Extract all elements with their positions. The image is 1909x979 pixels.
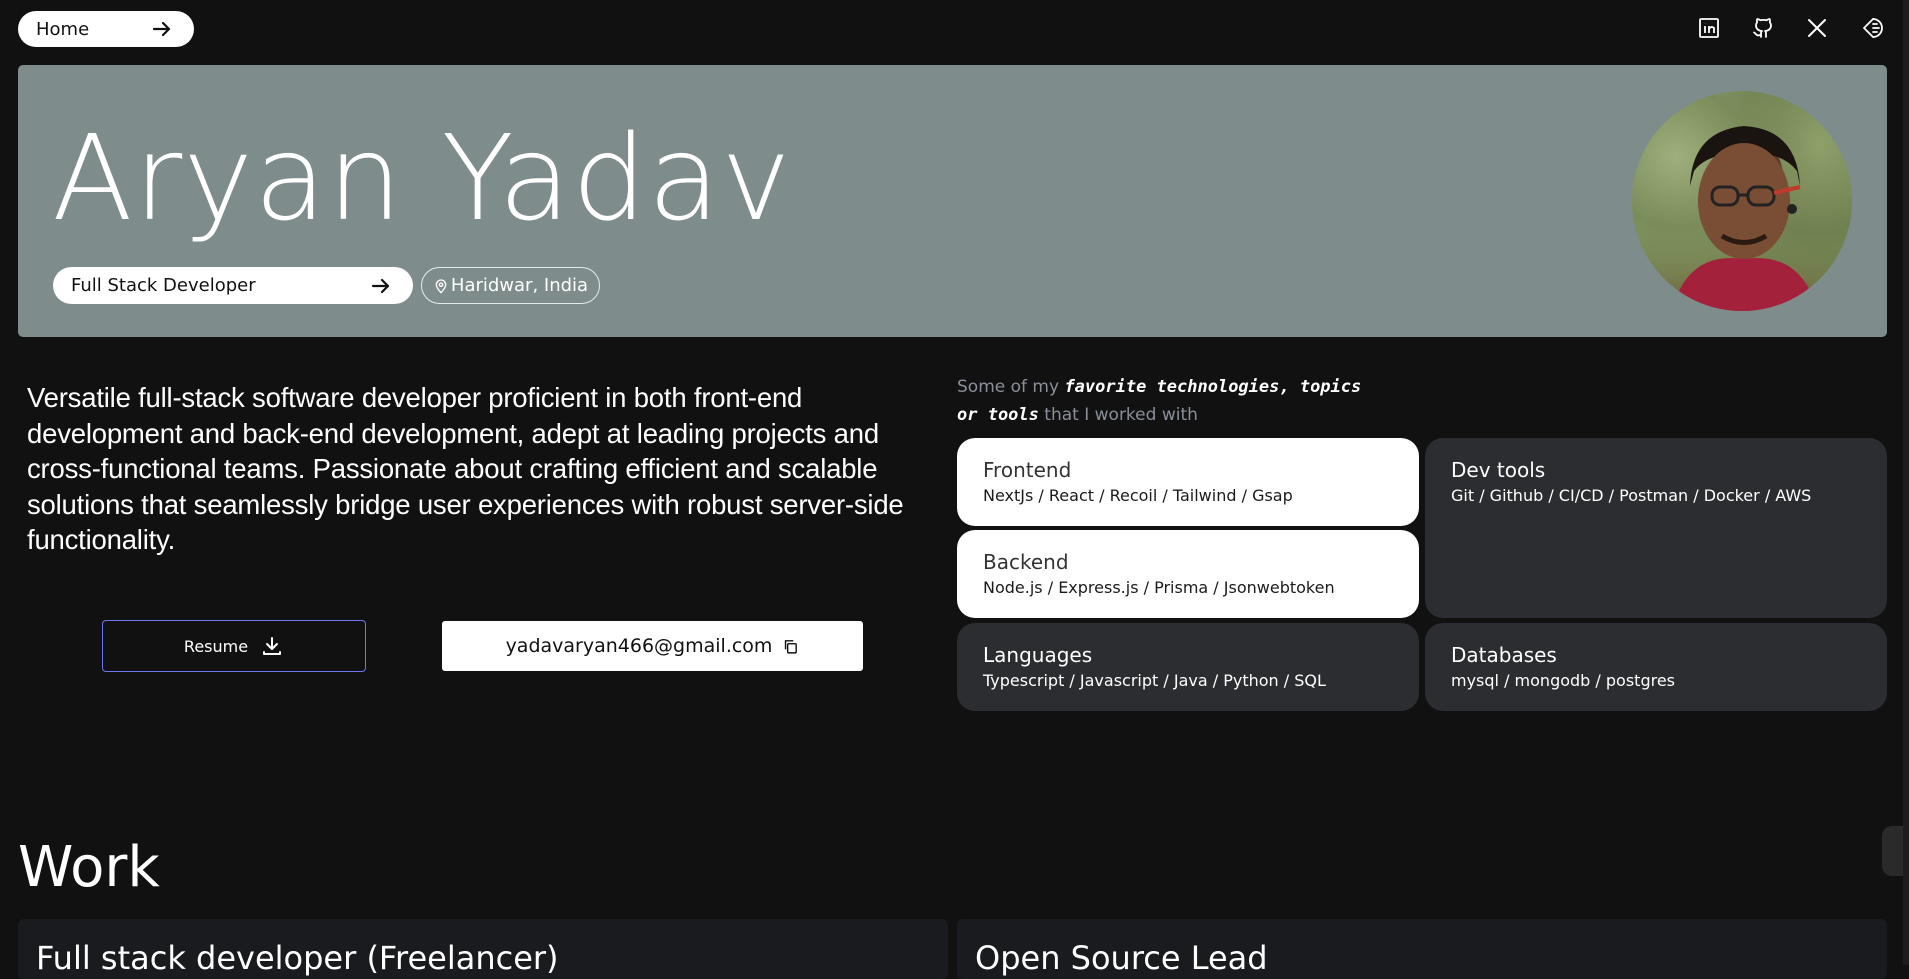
tech-card-devtools: Dev tools Git / Github / CI/CD / Postman… bbox=[1425, 438, 1887, 618]
tech-card-title: Languages bbox=[983, 643, 1093, 667]
tech-intro-post: that I worked with bbox=[1044, 405, 1198, 425]
role-button[interactable]: Full Stack Developer bbox=[53, 267, 413, 304]
copy-icon bbox=[785, 639, 798, 654]
work-card-freelancer[interactable]: Full stack developer (Freelancer) bbox=[18, 919, 948, 979]
work-heading: Work bbox=[18, 835, 160, 900]
tech-card-items: mysql / mongodb / postgres bbox=[1451, 671, 1676, 690]
tech-card-backend: Backend Node.js / Express.js / Prisma / … bbox=[957, 530, 1419, 618]
resume-button[interactable]: Resume bbox=[102, 620, 366, 672]
location-badge: Haridwar, India bbox=[421, 267, 600, 304]
download-icon bbox=[263, 637, 282, 655]
social-links bbox=[1697, 14, 1883, 42]
bio-text: Versatile full-stack software developer … bbox=[27, 382, 904, 555]
tech-card-databases: Databases mysql / mongodb / postgres bbox=[1425, 623, 1887, 711]
x-icon[interactable] bbox=[1805, 14, 1829, 42]
tech-card-items: Node.js / Express.js / Prisma / Jsonwebt… bbox=[983, 578, 1335, 597]
arrow-right-icon bbox=[152, 21, 171, 37]
work-card-opensource[interactable]: Open Source Lead bbox=[957, 919, 1887, 979]
home-label: Home bbox=[36, 18, 90, 40]
tech-card-frontend: Frontend NextJs / React / Recoil / Tailw… bbox=[957, 438, 1419, 526]
role-label: Full Stack Developer bbox=[71, 275, 256, 296]
tech-card-title: Dev tools bbox=[1451, 458, 1546, 482]
work-card-title: Full stack developer (Freelancer) bbox=[36, 939, 559, 977]
tech-intro-pre: Some of my bbox=[957, 377, 1060, 397]
tech-card-title: Frontend bbox=[983, 458, 1072, 482]
tech-card-title: Databases bbox=[1451, 643, 1557, 667]
tech-card-items: Git / Github / CI/CD / Postman / Docker … bbox=[1451, 486, 1812, 505]
hero-banner: Aryan Yadav Full Stack Developer Haridwa… bbox=[18, 65, 1887, 337]
linkedin-icon[interactable] bbox=[1697, 14, 1721, 42]
tech-card-items: Typescript / Javascript / Java / Python … bbox=[983, 671, 1326, 690]
work-card-title: Open Source Lead bbox=[975, 939, 1268, 977]
scrollbar[interactable] bbox=[1903, 0, 1909, 965]
github-icon[interactable] bbox=[1751, 14, 1775, 42]
tech-intro: Some of my favorite technologies, topics… bbox=[957, 373, 1377, 429]
avatar bbox=[1632, 91, 1852, 311]
tech-card-languages: Languages Typescript / Javascript / Java… bbox=[957, 623, 1419, 711]
hero-name: Aryan Yadav bbox=[52, 109, 792, 247]
email-label: yadavaryan466@gmail.com bbox=[505, 635, 773, 657]
map-pin-icon bbox=[435, 278, 447, 294]
resume-label: Resume bbox=[183, 636, 249, 656]
home-button[interactable]: Home bbox=[18, 11, 194, 47]
theme-toggle-icon[interactable] bbox=[1859, 14, 1883, 42]
tech-card-items: NextJs / React / Recoil / Tailwind / Gsa… bbox=[983, 486, 1293, 505]
location-label: Haridwar, India bbox=[450, 275, 589, 296]
email-copy-button[interactable]: yadavaryan466@gmail.com bbox=[442, 621, 863, 671]
tech-card-title: Backend bbox=[983, 550, 1069, 574]
arrow-right-icon bbox=[371, 278, 390, 293]
